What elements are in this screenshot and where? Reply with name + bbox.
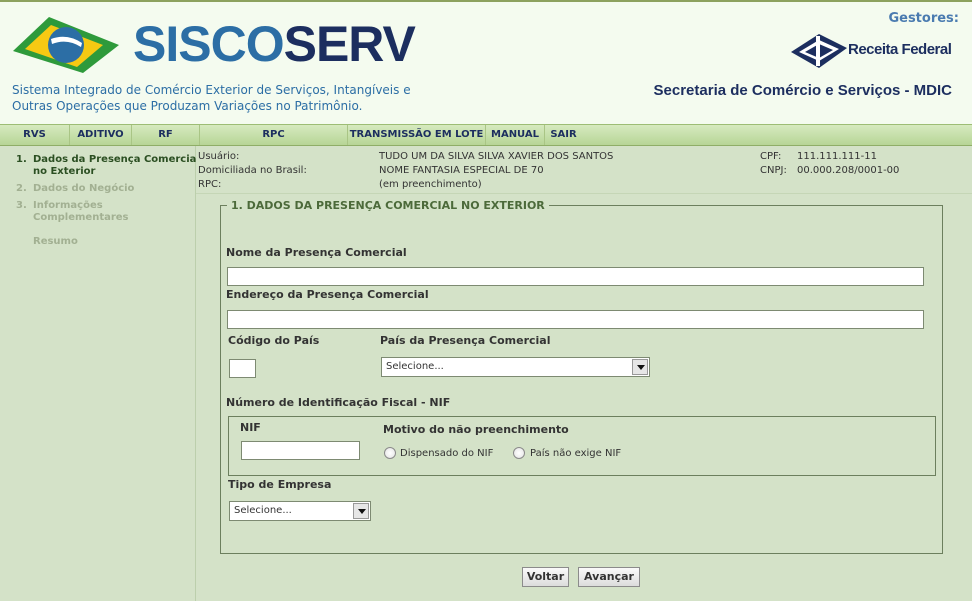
step-label: Dados da Presença Comercial no Exterior — [33, 154, 200, 177]
steps-sidebar: 1. Dados da Presença Comercial no Exteri… — [0, 146, 200, 601]
step-label: Dados do Negócio — [33, 183, 135, 194]
endereco-label: Endereço da Presença Comercial — [226, 288, 429, 301]
secretaria-label: Secretaria de Comércio e Serviços - MDIC — [653, 82, 952, 99]
step-label: Resumo — [33, 236, 78, 247]
radio-pais-label[interactable]: País não exige NIF — [530, 448, 621, 459]
presenca-comercial-fieldset: 1. DADOS DA PRESENÇA COMERCIAL NO EXTERI… — [220, 199, 943, 554]
step-label: Informações Complementares — [33, 200, 129, 223]
rpc-value: (em preenchimento) — [379, 179, 482, 190]
system-subtitle: Sistema Integrado de Comércio Exterior d… — [12, 82, 452, 114]
pais-select[interactable]: Selecione... — [381, 357, 650, 377]
step-number: 1. — [16, 154, 27, 165]
main-menu: RVS ADITIVO RF RPC TRANSMISSÃO EM LOTE M… — [0, 124, 972, 146]
tipo-empresa-label: Tipo de Empresa — [228, 478, 332, 491]
receita-federal-logo-icon — [791, 34, 847, 68]
domiciliada-value: NOME FANTASIA ESPECIAL DE 70 — [379, 165, 544, 176]
cpf-value: 111.111.111-11 — [797, 151, 877, 162]
voltar-button[interactable]: Voltar — [522, 567, 569, 587]
rpc-label: RPC: — [198, 179, 222, 190]
codigo-pais-label: Código do País — [228, 334, 320, 347]
codigo-pais-input[interactable] — [229, 359, 256, 378]
menu-item-rf[interactable]: RF — [132, 125, 200, 145]
nif-box: NIF Motivo do não preenchimento Dispensa… — [228, 416, 936, 476]
usuario-label: Usuário: — [198, 151, 240, 162]
cpf-label: CPF: — [760, 151, 782, 162]
chevron-down-icon[interactable] — [353, 503, 369, 519]
tipo-selected-value: Selecione... — [234, 505, 292, 516]
endereco-input[interactable] — [227, 310, 924, 329]
menu-item-rpc[interactable]: RPC — [200, 125, 348, 145]
cnpj-value: 00.000.208/0001-00 — [797, 165, 900, 176]
radio-dispensado-nif[interactable] — [384, 447, 396, 459]
brand-part1: SISCO — [133, 16, 285, 72]
nif-section-label: Número de Identificação Fiscal - NIF — [226, 396, 451, 409]
nif-label: NIF — [240, 421, 261, 434]
nome-input[interactable] — [227, 267, 924, 286]
radio-dispensado-label[interactable]: Dispensado do NIF — [400, 448, 493, 459]
main-content: Usuário: TUDO UM DA SILVA SILVA XAVIER D… — [196, 146, 972, 601]
cnpj-label: CNPJ: — [760, 165, 787, 176]
user-info-bar: Usuário: TUDO UM DA SILVA SILVA XAVIER D… — [196, 146, 972, 194]
menu-item-transmissao-em-lote[interactable]: TRANSMISSÃO EM LOTE — [348, 125, 486, 145]
menu-item-manual[interactable]: MANUAL — [486, 125, 545, 145]
usuario-value: TUDO UM DA SILVA SILVA XAVIER DOS SANTOS — [379, 151, 614, 162]
menu-item-rvs[interactable]: RVS — [0, 125, 70, 145]
siscoserv-logo-icon — [13, 17, 119, 73]
tipo-empresa-select[interactable]: Selecione... — [229, 501, 371, 521]
avancar-button[interactable]: Avançar — [578, 567, 640, 587]
step-number: 2. — [16, 183, 27, 194]
subtitle-line1: Sistema Integrado de Comércio Exterior d… — [12, 83, 411, 97]
step-number: 3. — [16, 200, 27, 211]
brand-part2: SERV — [283, 16, 416, 72]
radio-pais-nao-exige[interactable] — [513, 447, 525, 459]
receita-federal-label: Receita Federal — [848, 41, 952, 58]
menu-item-sair[interactable]: SAIR — [545, 125, 582, 145]
chevron-down-icon[interactable] — [632, 359, 648, 375]
siscoserv-brand: SISCOSERV — [133, 16, 416, 72]
nif-input[interactable] — [241, 441, 360, 460]
fieldset-legend: 1. DADOS DA PRESENÇA COMERCIAL NO EXTERI… — [227, 199, 549, 212]
pais-label: País da Presença Comercial — [380, 334, 551, 347]
domiciliada-label: Domiciliada no Brasil: — [198, 165, 307, 176]
subtitle-line2: Outras Operações que Produzam Variações … — [12, 99, 363, 113]
gestores-label: Gestores: — [888, 11, 959, 26]
pais-selected-value: Selecione... — [386, 361, 444, 372]
motivo-label: Motivo do não preenchimento — [383, 423, 569, 436]
nome-label: Nome da Presença Comercial — [226, 246, 407, 259]
menu-item-aditivo[interactable]: ADITIVO — [70, 125, 132, 145]
header: SISCOSERV Sistema Integrado de Comércio … — [0, 0, 972, 124]
